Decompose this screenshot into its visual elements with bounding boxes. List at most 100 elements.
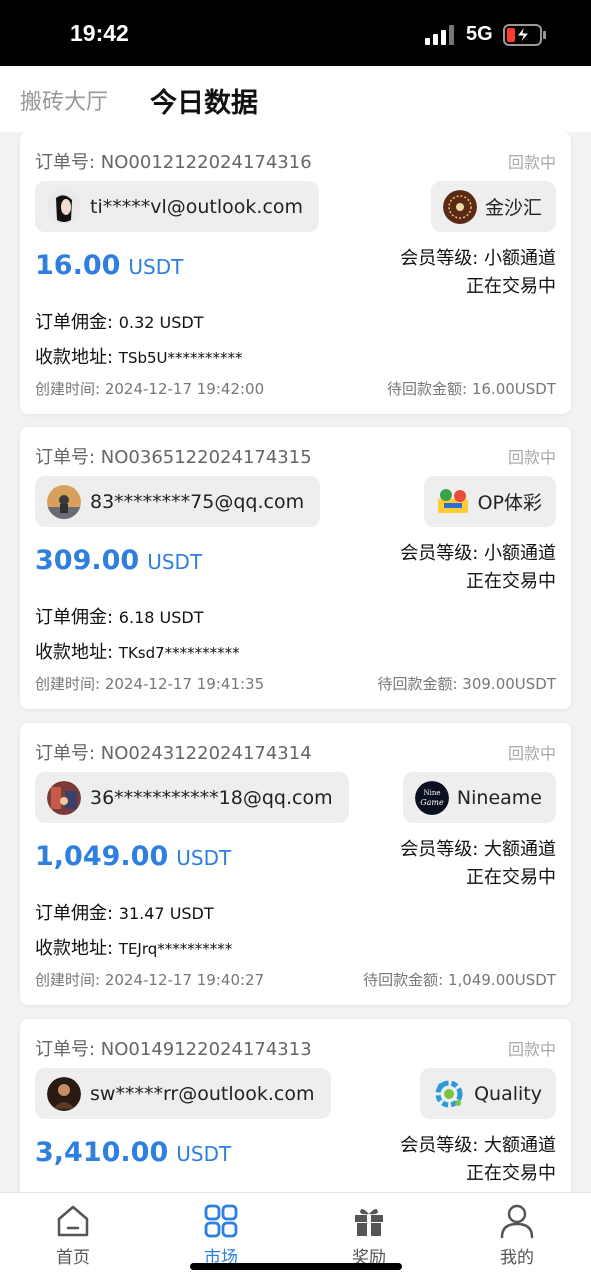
nav-label: 首页 xyxy=(56,1248,90,1268)
user-email: 36***********18@qq.com xyxy=(90,786,333,809)
user-pill: sw*****rr@outlook.com xyxy=(35,1068,331,1119)
nav-rewards[interactable]: 奖励 xyxy=(319,1203,419,1268)
trade-status: 正在交易中 xyxy=(466,867,556,888)
svg-text:Game: Game xyxy=(420,798,444,807)
commission-row: 订单佣金: 6.18 USDT xyxy=(35,603,203,629)
cellular-signal-icon xyxy=(425,25,454,45)
pending-amount: 待回款金额: 309.00USDT xyxy=(377,675,556,693)
amount-row: 1,049.00 USDT xyxy=(35,841,231,872)
gift-icon xyxy=(355,1208,383,1236)
amount-unit: USDT xyxy=(147,550,203,574)
amount-unit: USDT xyxy=(176,846,232,870)
member-level: 会员等级: 大额通道 xyxy=(400,839,556,860)
svg-text:Nine: Nine xyxy=(423,789,440,797)
address-label: 收款地址: xyxy=(35,642,119,663)
brand-name: Nineame xyxy=(456,786,542,809)
order-status: 回款中 xyxy=(507,1040,556,1059)
address-value: TSb5U********** xyxy=(118,349,243,367)
avatar xyxy=(47,1076,81,1111)
member-level: 会员等级: 小额通道 xyxy=(400,543,556,564)
user-icon xyxy=(500,1204,534,1239)
address-value: TKsd7********** xyxy=(118,644,240,662)
grid-icon xyxy=(204,1204,238,1238)
commission-value: 31.47 USDT xyxy=(118,904,214,923)
user-pill: ti*****vl@outlook.com xyxy=(35,181,320,232)
order-card[interactable]: 订单号: NO0243122024174314 回款中 36**********… xyxy=(20,723,571,1005)
commission-value: 6.18 USDT xyxy=(118,608,204,627)
brand-pill: Nine Game Nineame xyxy=(402,772,556,823)
order-status: 回款中 xyxy=(507,744,556,763)
commission-label: 订单佣金: xyxy=(35,312,119,333)
brand-pill: Quality xyxy=(420,1068,556,1119)
order-number: 订单号: NO0243122024174314 xyxy=(35,743,312,764)
brand-logo-icon xyxy=(435,1080,463,1107)
user-email: 83********75@qq.com xyxy=(90,490,305,513)
status-time: 19:42 xyxy=(70,20,129,46)
nav-market[interactable]: 市场 xyxy=(171,1203,271,1268)
home-indicator[interactable] xyxy=(190,1263,402,1270)
top-header: 搬砖大厅 今日数据 xyxy=(0,66,591,132)
address-label: 收款地址: xyxy=(35,938,119,959)
created-time: 创建时间: 2024-12-17 19:42:00 xyxy=(35,380,265,398)
order-number: 订单号: NO0012122024174316 xyxy=(35,152,312,173)
pending-amount: 待回款金额: 1,049.00USDT xyxy=(363,971,556,989)
address-row: 收款地址: TSb5U********** xyxy=(35,343,243,369)
brand-logo-icon xyxy=(442,189,477,224)
amount-row: 16.00 USDT xyxy=(35,250,183,281)
user-pill: 36***********18@qq.com xyxy=(35,772,349,823)
brand-pill: OP体彩 xyxy=(423,476,556,527)
commission-label: 订单佣金: xyxy=(35,607,119,628)
order-amount: 1,049.00 xyxy=(35,841,169,872)
address-row: 收款地址: TKsd7********** xyxy=(35,638,240,664)
brand-pill: 金沙汇 xyxy=(430,181,556,232)
tab-brick-hall[interactable]: 搬砖大厅 xyxy=(20,84,108,116)
address-label: 收款地址: xyxy=(35,347,119,368)
user-email: ti*****vl@outlook.com xyxy=(90,195,304,218)
order-list[interactable]: 订单号: NO0012122024174316 回款中 ti*****vl@ou… xyxy=(0,132,591,1192)
trade-status: 正在交易中 xyxy=(466,276,556,297)
commission-label: 订单佣金: xyxy=(35,903,119,924)
status-bar: 19:42 5G xyxy=(0,0,591,66)
trade-status: 正在交易中 xyxy=(466,1163,556,1184)
brand-logo-icon xyxy=(437,488,468,513)
order-amount: 309.00 xyxy=(35,545,140,576)
avatar xyxy=(47,780,81,815)
user-pill: 83********75@qq.com xyxy=(35,476,321,527)
amount-unit: USDT xyxy=(176,1142,232,1166)
avatar xyxy=(47,484,81,519)
brand-name: OP体彩 xyxy=(477,492,542,514)
address-value: TEJrq********** xyxy=(118,940,233,958)
avatar xyxy=(47,189,81,224)
amount-unit: USDT xyxy=(128,255,184,279)
brand-name: 金沙汇 xyxy=(484,197,542,219)
order-card[interactable]: 订单号: NO0149122024174313 回款中 sw*****rr@ou… xyxy=(20,1019,571,1192)
trade-status: 正在交易中 xyxy=(466,571,556,592)
order-card[interactable]: 订单号: NO0012122024174316 回款中 ti*****vl@ou… xyxy=(20,132,571,414)
brand-name: Quality xyxy=(474,1082,542,1105)
commission-row: 订单佣金: 31.47 USDT xyxy=(35,899,214,925)
order-number: 订单号: NO0149122024174313 xyxy=(35,1039,312,1060)
commission-value: 0.32 USDT xyxy=(118,313,204,332)
amount-row: 309.00 USDT xyxy=(35,545,202,576)
member-level: 会员等级: 小额通道 xyxy=(400,248,556,269)
network-label: 5G xyxy=(466,23,493,45)
nav-profile[interactable]: 我的 xyxy=(467,1203,567,1268)
order-amount: 3,410.00 xyxy=(35,1137,169,1168)
created-time: 创建时间: 2024-12-17 19:41:35 xyxy=(35,675,265,693)
amount-row: 3,410.00 USDT xyxy=(35,1137,231,1168)
created-time: 创建时间: 2024-12-17 19:40:27 xyxy=(35,971,265,989)
order-status: 回款中 xyxy=(507,448,556,467)
order-number: 订单号: NO0365122024174315 xyxy=(35,447,312,468)
brand-logo-icon: Nine Game xyxy=(414,780,449,815)
pending-amount: 待回款金额: 16.00USDT xyxy=(387,380,556,398)
nav-home[interactable]: 首页 xyxy=(23,1203,123,1268)
tab-today-data[interactable]: 今日数据 xyxy=(150,81,258,120)
address-row: 收款地址: TEJrq********** xyxy=(35,934,232,960)
battery-charging-icon xyxy=(503,24,546,46)
nav-label: 我的 xyxy=(500,1248,534,1268)
user-email: sw*****rr@outlook.com xyxy=(90,1082,315,1105)
order-status: 回款中 xyxy=(507,153,556,172)
home-icon xyxy=(57,1205,89,1237)
order-card[interactable]: 订单号: NO0365122024174315 回款中 83********75… xyxy=(20,427,571,709)
order-amount: 16.00 xyxy=(35,250,121,281)
